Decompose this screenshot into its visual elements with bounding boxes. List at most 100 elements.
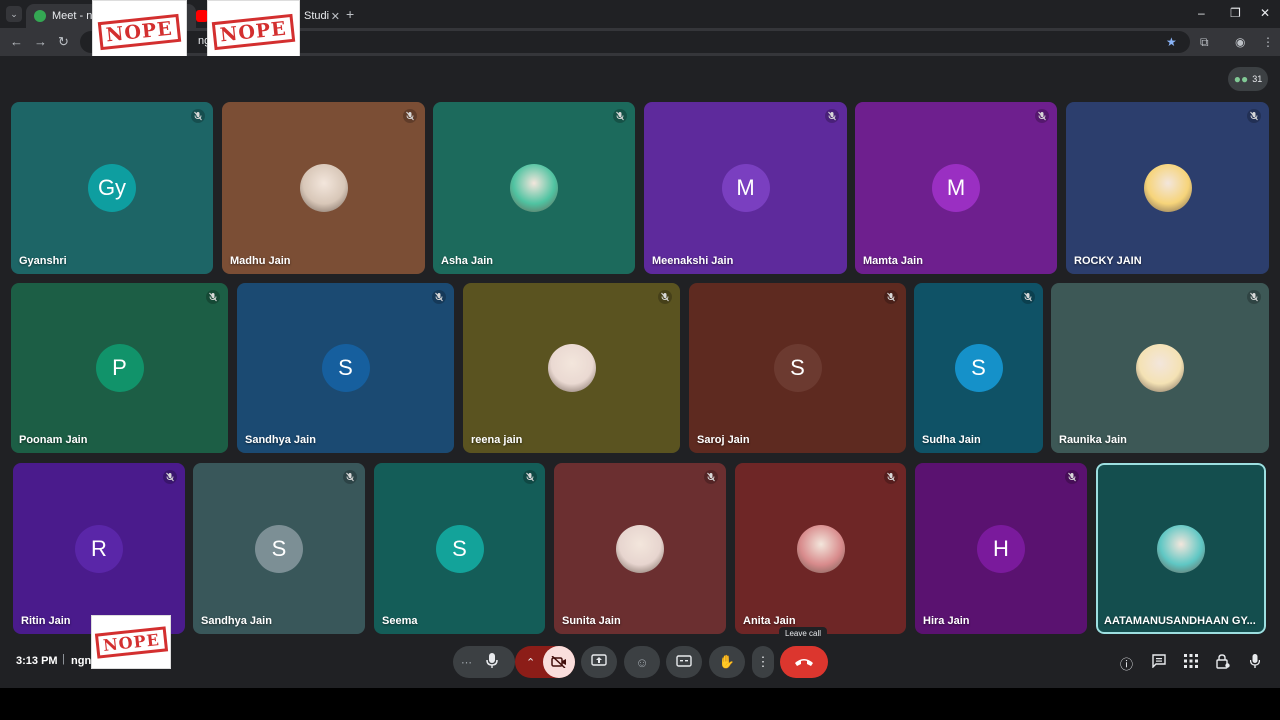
participant-tile[interactable]: ROCKY JAIN (1066, 102, 1269, 274)
mic-off-icon (191, 109, 205, 123)
tab-close-icon[interactable]: ✕ (331, 10, 340, 23)
hand-icon: ✋ (718, 654, 736, 669)
avatar-initials: M (721, 164, 770, 212)
redaction-stamp: NOPE (91, 615, 171, 669)
host-controls-icon[interactable] (1216, 654, 1230, 672)
participant-name: Sudha Jain (922, 434, 981, 446)
bookmark-star-icon[interactable]: ★ (1166, 35, 1177, 49)
redaction-stamp: NOPE (207, 0, 300, 64)
participant-name: Mamta Jain (863, 255, 923, 267)
bottom-band (0, 688, 1280, 720)
mic-off-icon (432, 290, 446, 304)
menu-icon[interactable]: ⋮ (1262, 35, 1274, 49)
mic-off-icon (206, 290, 220, 304)
microphone-icon (486, 652, 498, 672)
participant-tile[interactable]: S Sandhya Jain (237, 283, 454, 453)
participant-tile[interactable]: S Saroj Jain (689, 283, 906, 453)
mic-off-icon (1021, 290, 1035, 304)
participant-tile[interactable]: S Seema (374, 463, 545, 634)
participant-tile[interactable]: S Sandhya Jain (193, 463, 365, 634)
present-screen-button[interactable] (581, 646, 617, 678)
participant-tile[interactable]: R Ritin Jain (13, 463, 185, 634)
restore-icon[interactable]: ❐ (1230, 6, 1241, 20)
participant-tile[interactable]: reena jain (463, 283, 680, 453)
profile-icon[interactable]: ◉ (1235, 35, 1245, 49)
mic-off-icon (884, 290, 898, 304)
mic-off-icon (523, 470, 537, 484)
participant-name: Asha Jain (441, 255, 493, 267)
present-screen-icon (591, 654, 607, 670)
participant-tile[interactable]: Raunika Jain (1051, 283, 1269, 453)
participant-tile[interactable]: P Poonam Jain (11, 283, 228, 453)
meeting-clock: 3:13 PM (16, 655, 58, 667)
avatar-initials: H (977, 524, 1025, 573)
avatar-initials: S (255, 524, 303, 573)
participant-name: Poonam Jain (19, 434, 88, 446)
participant-name: Sandhya Jain (245, 434, 316, 446)
reload-icon[interactable]: ↻ (58, 34, 69, 50)
avatar-initials: R (75, 524, 123, 573)
participant-tile[interactable]: H Hira Jain (915, 463, 1087, 634)
more-options-button[interactable]: ⋮ (752, 646, 774, 678)
emoji-icon: ☺ (635, 654, 649, 670)
participant-name: Ritin Jain (21, 615, 71, 627)
participant-name: ROCKY JAIN (1074, 255, 1142, 267)
avatar-photo (510, 164, 558, 212)
back-icon[interactable]: ← (10, 34, 23, 49)
participant-name: Sandhya Jain (201, 615, 272, 627)
leave-call-button[interactable] (780, 646, 828, 678)
stamp-text: NOPE (94, 625, 168, 659)
people-icon: ●● (1233, 72, 1249, 86)
mic-off-icon (658, 290, 672, 304)
participants-button[interactable]: ●● 31 (1228, 67, 1268, 91)
participant-tile[interactable]: S Sudha Jain (914, 283, 1043, 453)
participant-name: Seema (382, 615, 418, 627)
activities-icon[interactable] (1184, 654, 1198, 671)
participant-tile[interactable]: AATAMANUSANDHAAN GY... (1096, 463, 1266, 634)
audio-settings-button[interactable]: ⋯ (453, 646, 515, 678)
avatar-initials: Gy (88, 164, 136, 212)
captions-button[interactable] (666, 646, 702, 678)
mic-off-icon (613, 109, 627, 123)
participant-tile[interactable]: M Mamta Jain (855, 102, 1057, 274)
chat-icon[interactable] (1152, 654, 1166, 671)
chevron-up-icon: ⌃ (526, 656, 536, 669)
close-window-icon[interactable]: ✕ (1260, 6, 1270, 20)
participant-tile[interactable]: Sunita Jain (554, 463, 726, 634)
participant-name: AATAMANUSANDHAAN GY... (1104, 615, 1256, 627)
browser-tab-strip: ⌄ Meet - ngn-d ✕ Studi ✕ + – ❐ ✕ (0, 0, 1280, 28)
participant-tile[interactable]: Anita Jain (735, 463, 906, 634)
avatar-photo (796, 524, 845, 573)
leave-call-tooltip: Leave call (779, 627, 828, 640)
participant-name: Saroj Jain (697, 434, 750, 446)
camera-toggle-button[interactable]: ⌃ (515, 646, 575, 678)
raise-hand-button[interactable]: ✋ (709, 646, 745, 678)
tab-search-button[interactable]: ⌄ (6, 6, 22, 22)
chrome-favicon-icon (34, 10, 46, 22)
minimize-icon[interactable]: – (1198, 6, 1205, 20)
browser-toolbar: ← → ↻ ngn-dz ★ ⧉ ◉ ⋮ (0, 28, 1280, 56)
participant-tile[interactable]: Asha Jain (433, 102, 635, 274)
participant-name: Madhu Jain (230, 255, 291, 267)
participant-tile[interactable]: Gy Gyanshri (11, 102, 213, 274)
participant-tile[interactable]: Madhu Jain (222, 102, 425, 274)
mic-off-icon (163, 470, 177, 484)
mic-off-icon (343, 470, 357, 484)
new-tab-button[interactable]: + (346, 6, 354, 22)
participant-tile[interactable]: M Meenakshi Jain (644, 102, 847, 274)
meeting-code: ngn (71, 655, 92, 667)
mic-off-icon (1065, 470, 1079, 484)
avatar-photo (299, 164, 348, 212)
mic-off-icon (1247, 109, 1261, 123)
separator: | (62, 653, 65, 665)
forward-icon[interactable]: → (34, 34, 47, 49)
avatar-initials: S (435, 524, 484, 573)
redaction-stamp: NOPE (92, 0, 187, 64)
mic-off-icon (884, 470, 898, 484)
extensions-icon[interactable]: ⧉ (1200, 35, 1209, 50)
avatar-initials: M (932, 164, 980, 212)
meeting-info-icon[interactable]: ⓘ (1120, 654, 1133, 673)
stamp-text: NOPE (97, 13, 182, 51)
avatar-initials: S (773, 344, 822, 392)
reactions-button[interactable]: ☺ (624, 646, 660, 678)
